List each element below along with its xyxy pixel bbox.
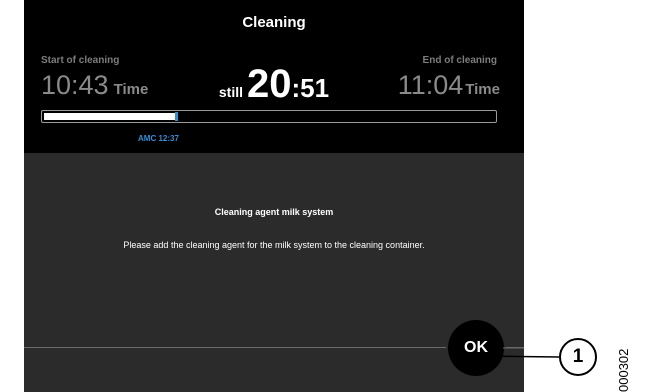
figure: Cleaning Start of cleaning End of cleani… xyxy=(0,0,646,392)
callout-marker: 1 xyxy=(559,338,597,376)
document-id: 000302 xyxy=(616,348,631,392)
callout-leader-line xyxy=(480,347,560,358)
callout-number: 1 xyxy=(572,346,584,367)
